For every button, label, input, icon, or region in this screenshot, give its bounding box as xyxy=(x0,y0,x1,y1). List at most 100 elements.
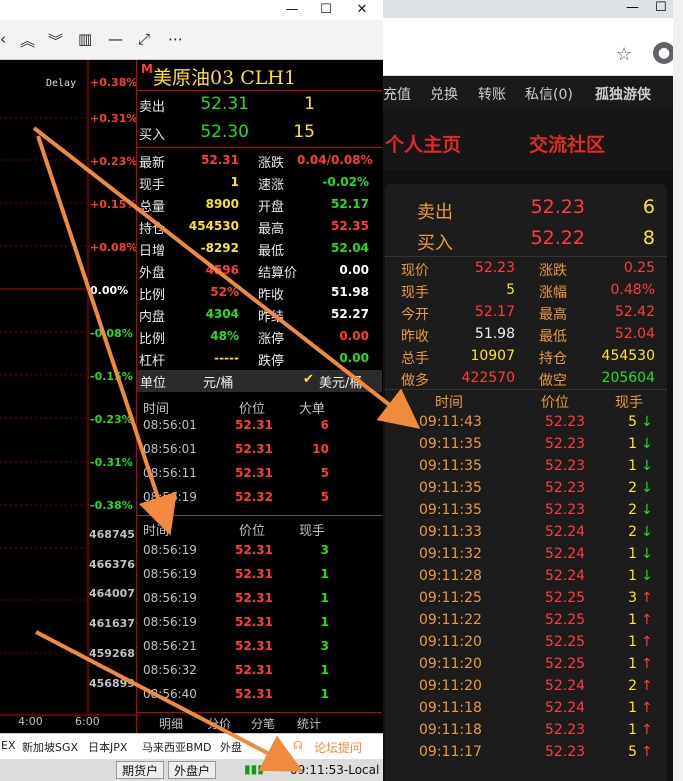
stat-value: 454530 xyxy=(601,348,655,364)
stat-label: 速涨 xyxy=(258,178,285,193)
stat-value: 5 xyxy=(506,282,515,298)
buy-row: 买入 52.22 8 xyxy=(385,227,667,254)
futures-account-button[interactable]: 期货户 xyxy=(116,761,165,779)
column-header: 现手 xyxy=(615,395,643,411)
heading-homepage[interactable]: 个人主页 xyxy=(385,130,461,157)
buy-row: 买入 52.30 15 xyxy=(137,122,382,144)
tick-price: 52.25 xyxy=(545,656,586,672)
contract-marker: M xyxy=(141,62,153,76)
buy-label: 买入 xyxy=(139,128,166,143)
tick-qty: 1 xyxy=(628,568,637,584)
tick-qty: 5 xyxy=(628,744,637,760)
market-tab[interactable]: EX xyxy=(1,739,16,752)
sell-row: 卖出 52.23 6 xyxy=(385,196,667,223)
maximize-icon[interactable]: ☐ xyxy=(655,0,667,15)
tick-price: 52.24 xyxy=(545,700,586,716)
stat-label: 昨收 xyxy=(258,288,285,303)
quote-panel: M 美原油03 CLH1 卖出 52.31 1 买入 52.30 15 最新 52… xyxy=(136,60,382,733)
sell-row: 卖出 52.31 1 xyxy=(137,94,382,116)
close-icon[interactable]: ✕ xyxy=(345,0,379,20)
sell-label: 卖出 xyxy=(417,202,453,223)
stat-value: 52.17 xyxy=(474,304,515,320)
tick-price: 52.31 xyxy=(235,567,273,581)
market-tab[interactable]: 新加坡SGX xyxy=(22,739,78,755)
percent-label: 0.00% xyxy=(90,284,129,297)
intraday-chart[interactable]: Delay +0.38% +0.31% +0.23% +0.15% +0.08%… xyxy=(0,60,136,733)
tick-time: 09:11:22 xyxy=(419,612,482,628)
status-bar: 期货户 外盘户 ▮▮▮ 09:11:53-Local xyxy=(0,759,383,781)
tick-qty: 3 xyxy=(320,639,329,653)
tick-price: 52.31 xyxy=(235,591,273,605)
stat-label: 总量 xyxy=(139,200,166,215)
chevron-left-icon[interactable]: ‹ xyxy=(0,30,6,48)
unit-bar: 单位 元/桶 ✔ 美元/桶 xyxy=(137,370,382,392)
stat-label: 内盘 xyxy=(139,310,166,325)
address-bar[interactable]: ☆ ● xyxy=(383,18,683,76)
minimize-icon[interactable]: — xyxy=(275,0,309,20)
nav-exchange[interactable]: 兑换 xyxy=(430,84,458,104)
unit-label: 单位 xyxy=(140,376,167,391)
stat-label: 最高 xyxy=(539,307,567,323)
tick-price: 52.23 xyxy=(545,502,586,518)
stat-row: 最新 52.31 涨跌 0.04/0.08% xyxy=(137,150,382,172)
tick-price: 52.23 xyxy=(545,414,586,430)
chevrons-down-icon[interactable]: ︾ xyxy=(48,30,63,51)
bookmark-star-icon[interactable]: ☆ xyxy=(616,44,632,65)
tick-price: 52.23 xyxy=(545,744,586,760)
stat-label: 跌停 xyxy=(258,354,285,369)
order-price: 52.31 xyxy=(235,466,273,480)
sell-label: 卖出 xyxy=(139,100,166,115)
heading-community[interactable]: 交流社区 xyxy=(529,130,605,157)
layout-icon[interactable]: ▥ xyxy=(78,30,92,48)
stat-value: 4304 xyxy=(205,307,239,321)
volume-label: 459268 xyxy=(89,647,135,660)
tick-price: 52.23 xyxy=(545,480,586,496)
percent-label: +0.38% xyxy=(90,76,136,89)
terminal-toolbar: ‹ ︽ ︾ ▥ — ⤢ ⋯ xyxy=(0,20,383,60)
market-tab[interactable]: 外盘 xyxy=(220,739,242,755)
profile-icon[interactable]: ● xyxy=(653,42,675,64)
unit-option[interactable]: 美元/桶 xyxy=(319,372,362,391)
stat-value: 52.23 xyxy=(474,260,515,276)
maximize-icon[interactable]: ☐ xyxy=(309,0,343,20)
forum-link[interactable]: 论坛提问 xyxy=(314,739,362,756)
percent-label: -0.23% xyxy=(90,413,133,426)
market-tab[interactable]: 马来西亚BMD xyxy=(142,739,212,755)
scrollbar[interactable] xyxy=(673,0,683,781)
stat-value: 4596 xyxy=(205,263,239,277)
nav-username[interactable]: 孤独游侠 xyxy=(595,84,651,104)
foreign-account-button[interactable]: 外盘户 xyxy=(168,761,217,779)
more-icon[interactable]: ⋯ xyxy=(168,30,183,48)
tab-price[interactable]: 分价 xyxy=(207,715,231,732)
stat-label: 持仓 xyxy=(539,351,567,367)
tick-qty: 2 xyxy=(628,480,637,496)
market-tab[interactable]: 日本JPX xyxy=(88,739,127,755)
percent-label: +0.23% xyxy=(90,155,136,168)
tick-qty: 1 xyxy=(320,591,329,605)
buy-label: 买入 xyxy=(417,233,453,254)
tick-time: 08:56:19 xyxy=(143,591,197,605)
stat-value: 51.98 xyxy=(331,285,369,299)
minus-icon[interactable]: — xyxy=(108,30,123,48)
arrow-down-icon: ↓ xyxy=(641,524,653,540)
unit-value[interactable]: 元/桶 xyxy=(203,372,233,391)
tick-price: 52.25 xyxy=(545,590,586,606)
nav-messages[interactable]: 私信(0) xyxy=(525,84,573,104)
arrow-down-icon: ↓ xyxy=(641,568,653,584)
stat-label: 昨结 xyxy=(258,310,285,325)
column-header: 大单 xyxy=(299,402,326,417)
nav-recharge[interactable]: 充值 xyxy=(383,84,411,104)
checkmark-icon: ✔ xyxy=(303,372,314,387)
tick-qty: 2 xyxy=(628,524,637,540)
tick-price: 52.31 xyxy=(235,615,273,629)
stat-label: 总手 xyxy=(401,351,429,367)
stat-row: 今开 52.17 最高 52.42 xyxy=(385,302,667,324)
tab-detail[interactable]: 明细 xyxy=(159,715,183,732)
draw-line-icon[interactable]: ⤢ xyxy=(138,30,150,48)
tab-stats[interactable]: 统计 xyxy=(297,715,321,732)
minimize-icon[interactable]: — xyxy=(626,0,639,15)
chevrons-up-icon[interactable]: ︽ xyxy=(20,30,35,51)
nav-transfer[interactable]: 转账 xyxy=(478,84,506,104)
tab-trades[interactable]: 分笔 xyxy=(251,715,275,732)
stat-value: 205604 xyxy=(601,370,655,386)
